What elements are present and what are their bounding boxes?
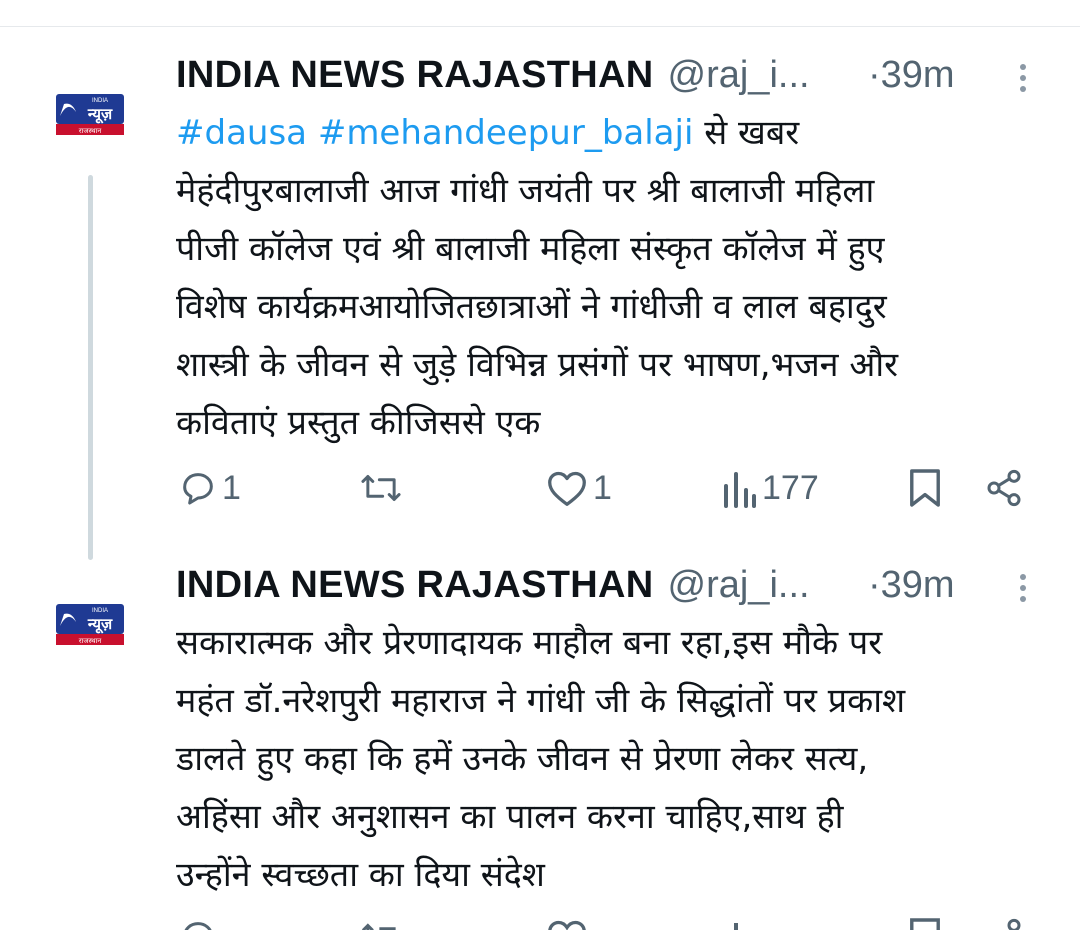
author-handle[interactable]: @raj_i... — [668, 54, 810, 97]
tweet-actions: 1 1 177 — [0, 463, 1080, 513]
more-icon[interactable] — [1016, 570, 1030, 610]
tweet-text: सकारात्मक और प्रेरणादायक माहौल बना रहा,इ… — [176, 623, 906, 895]
tweet-text: से खबर — [693, 113, 800, 153]
repost-icon — [361, 923, 396, 930]
logo-main-text: न्यूज़ — [87, 615, 113, 634]
author-handle[interactable]: @raj_i... — [668, 564, 810, 607]
repost-icon — [361, 475, 401, 501]
more-icon[interactable] — [1016, 60, 1030, 100]
like-icon — [548, 920, 586, 930]
bookmark-button[interactable] — [908, 912, 942, 930]
like-button[interactable] — [545, 912, 589, 930]
bookmark-icon — [910, 918, 940, 930]
like-count: 1 — [593, 468, 612, 507]
avatar[interactable]: INDIA न्यूज़ राजस्थान — [54, 602, 126, 646]
reply-icon — [183, 473, 213, 505]
hashtag-link[interactable]: #mehandeepur_balaji — [318, 113, 694, 153]
repost-button[interactable] — [358, 912, 404, 930]
reply-icon — [184, 922, 212, 930]
views-icon — [734, 923, 738, 930]
author-name[interactable]: INDIA NEWS RAJASTHAN — [176, 564, 654, 607]
tweet-text: मेहंदीपुरबालाजी आज गांधी जयंती पर श्री ब… — [176, 171, 899, 443]
logo-top-text: INDIA — [92, 608, 108, 614]
views-count: 177 — [762, 468, 819, 507]
top-divider — [0, 26, 1080, 27]
tweet-header: INDIA NEWS RAJASTHAN @raj_i... — [176, 560, 810, 610]
views-button[interactable]: 177 — [722, 463, 819, 513]
reply-button[interactable] — [178, 912, 218, 930]
tweet-first-line: #dausa #mehandeepur_balaji से खबर — [176, 104, 1056, 162]
india-news-logo: INDIA न्यूज़ राजस्थान — [56, 604, 124, 645]
share-icon — [1007, 918, 1021, 930]
tweet-header: INDIA NEWS RAJASTHAN @raj_i... — [176, 50, 810, 100]
views-icon — [724, 472, 756, 508]
bookmark-icon — [910, 469, 940, 507]
india-news-logo: INDIA न्यूज़ राजस्थान — [56, 94, 124, 135]
share-icon — [987, 469, 1021, 507]
logo-top-text: INDIA — [92, 98, 108, 104]
logo-bottom-text: राजस्थान — [79, 637, 102, 645]
share-button[interactable] — [984, 912, 1024, 930]
repost-button[interactable] — [358, 463, 408, 513]
author-name[interactable]: INDIA NEWS RAJASTHAN — [176, 54, 654, 97]
hashtag-link[interactable]: #dausa — [176, 113, 307, 153]
reply-button[interactable]: 1 — [178, 463, 241, 513]
tweet-time[interactable]: ·39m — [868, 50, 955, 100]
tweet-actions-partial — [0, 912, 1080, 930]
share-button[interactable] — [984, 465, 1024, 511]
bookmark-button[interactable] — [908, 465, 942, 511]
logo-main-text: न्यूज़ — [87, 105, 113, 124]
tweet-time[interactable]: ·39m — [868, 560, 955, 610]
reply-count: 1 — [222, 468, 241, 507]
avatar[interactable]: INDIA न्यूज़ राजस्थान — [54, 92, 126, 136]
logo-bottom-text: राजस्थान — [79, 127, 102, 135]
like-button[interactable]: 1 — [545, 463, 612, 513]
views-button[interactable] — [722, 912, 758, 930]
like-icon — [548, 471, 586, 506]
